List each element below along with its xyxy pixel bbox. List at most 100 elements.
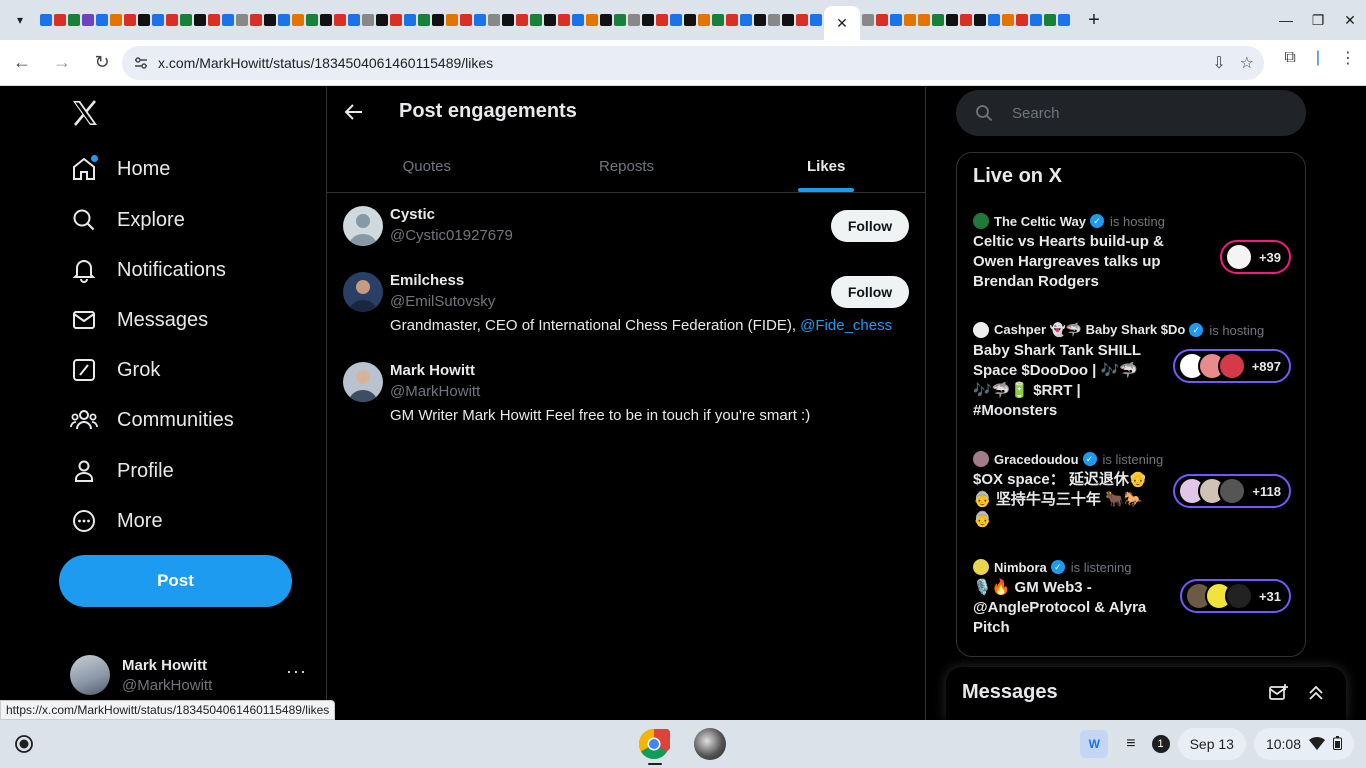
tab-favicon[interactable] (82, 14, 94, 26)
live-space[interactable]: Gracedoudou ✓ is listening $OX space： 延迟… (973, 451, 1293, 543)
forward-button[interactable]: → (44, 45, 80, 81)
chrome-app-icon[interactable] (638, 728, 673, 760)
tab-favicon[interactable] (1058, 14, 1070, 26)
tab-favicon[interactable] (684, 14, 696, 26)
tab-favicon[interactable] (698, 14, 710, 26)
tab-reposts[interactable]: Reposts (527, 140, 727, 192)
tab-favicon[interactable] (404, 14, 416, 26)
tab-favicon[interactable] (250, 14, 262, 26)
nav-communities[interactable]: Communities (70, 400, 234, 440)
tab-favicon[interactable] (320, 14, 332, 26)
user-cell[interactable]: Cystic @Cystic01927679 Follow (327, 206, 926, 252)
nav-home[interactable]: Home (70, 149, 170, 189)
x-logo-icon[interactable] (69, 97, 101, 129)
user-name[interactable]: Emilchess (390, 272, 464, 289)
nav-explore[interactable]: Explore (70, 200, 185, 240)
search-input[interactable] (1012, 104, 1272, 122)
app-icon[interactable] (694, 728, 726, 760)
user-name[interactable]: Cystic (390, 206, 435, 223)
back-arrow-icon[interactable] (341, 99, 367, 125)
tab-favicon[interactable] (152, 14, 164, 26)
messages-drawer[interactable]: Messages (946, 667, 1346, 720)
tab-favicon[interactable] (876, 14, 888, 26)
tab-favicon[interactable] (348, 14, 360, 26)
live-space[interactable]: The Celtic Way ✓ is hosting Celtic vs He… (973, 213, 1293, 303)
extensions-icon[interactable]: ⧉ (1284, 49, 1295, 67)
launcher-icon[interactable] (12, 732, 36, 756)
tab-search-dropdown[interactable]: ▾ (0, 0, 40, 40)
docs-app-icon[interactable]: W (1080, 730, 1109, 758)
nav-more[interactable]: More (70, 501, 163, 541)
search-box[interactable] (956, 90, 1306, 136)
host-name[interactable]: The Celtic Way (994, 214, 1086, 229)
close-tab-icon[interactable]: ✕ (836, 15, 848, 32)
tab-favicon[interactable] (932, 14, 944, 26)
nav-messages[interactable]: Messages (70, 300, 208, 340)
post-button[interactable]: Post (59, 555, 292, 607)
tab-favicon[interactable] (558, 14, 570, 26)
host-name[interactable]: Nimbora (994, 560, 1047, 575)
install-app-icon[interactable]: ⇩ (1212, 53, 1225, 73)
tab-favicon[interactable] (460, 14, 472, 26)
tab-favicon[interactable] (918, 14, 930, 26)
user-name[interactable]: Mark Howitt (390, 362, 475, 379)
tab-favicon[interactable] (1044, 14, 1056, 26)
user-cell[interactable]: Emilchess @EmilSutovsky Follow Grandmast… (327, 272, 926, 338)
tab-favicon[interactable] (960, 14, 972, 26)
tab-favicon[interactable] (54, 14, 66, 26)
nav-grok[interactable]: Grok (70, 350, 160, 390)
tab-favicon[interactable] (306, 14, 318, 26)
system-tray[interactable]: 10:08 (1253, 728, 1354, 760)
tab-favicon[interactable] (754, 14, 766, 26)
tab-favicon[interactable] (1030, 14, 1042, 26)
tab-favicon[interactable] (712, 14, 724, 26)
tab-favicon[interactable] (988, 14, 1000, 26)
tab-favicon[interactable] (222, 14, 234, 26)
tab-favicon[interactable] (740, 14, 752, 26)
user-avatar[interactable] (343, 206, 383, 246)
live-space[interactable]: Cashper 👻🦈 Baby Shark $Do ✓ is hosting B… (973, 322, 1293, 432)
tab-favicon[interactable] (628, 14, 640, 26)
tab-likes[interactable]: Likes (726, 140, 926, 192)
tab-favicon[interactable] (390, 14, 402, 26)
bookmark-star-icon[interactable]: ☆ (1240, 53, 1254, 73)
host-name[interactable]: Cashper 👻🦈 Baby Shark $Do (994, 322, 1185, 338)
tab-favicon[interactable] (446, 14, 458, 26)
tab-favicon[interactable] (110, 14, 122, 26)
tab-favicon[interactable] (586, 14, 598, 26)
tab-favicon[interactable] (264, 14, 276, 26)
tab-favicon[interactable] (418, 14, 430, 26)
close-window-icon[interactable]: ✕ (1334, 12, 1366, 29)
tab-favicon[interactable] (656, 14, 668, 26)
tab-favicon[interactable] (726, 14, 738, 26)
tab-favicon[interactable] (974, 14, 986, 26)
user-avatar[interactable] (343, 362, 383, 402)
bio-mention-link[interactable]: @Fide_chess (800, 317, 892, 334)
tab-favicon[interactable] (138, 14, 150, 26)
nav-profile[interactable]: Profile (70, 451, 174, 491)
tab-favicon[interactable] (810, 14, 822, 26)
tab-favicon[interactable] (432, 14, 444, 26)
tab-favicon[interactable] (194, 14, 206, 26)
tab-favicon[interactable] (474, 14, 486, 26)
maximize-icon[interactable]: ❐ (1302, 12, 1334, 29)
tab-favicon[interactable] (292, 14, 304, 26)
tab-favicon[interactable] (544, 14, 556, 26)
account-switcher[interactable]: Mark Howitt @MarkHowitt ··· (70, 655, 320, 695)
tab-favicon[interactable] (614, 14, 626, 26)
date-pill[interactable]: Sep 13 (1177, 728, 1246, 760)
tab-favicon[interactable] (768, 14, 780, 26)
tab-favicon[interactable] (502, 14, 514, 26)
tab-favicon[interactable] (180, 14, 192, 26)
media-controls-icon[interactable]: ≡ (1126, 735, 1135, 753)
tab-favicon[interactable] (782, 14, 794, 26)
tab-favicon[interactable] (362, 14, 374, 26)
user-avatar[interactable] (343, 272, 383, 312)
live-space[interactable]: Nimbora ✓ is listening 🎙️🔥 GM Web3 - @An… (973, 559, 1293, 651)
new-message-icon[interactable] (1268, 683, 1288, 708)
tab-favicon[interactable] (530, 14, 542, 26)
minimize-icon[interactable]: — (1270, 12, 1302, 28)
notification-count-badge[interactable]: 1 (1151, 735, 1170, 753)
address-bar[interactable]: x.com/MarkHowitt/status/1834504061460115… (122, 46, 1264, 80)
tab-favicon[interactable] (862, 14, 874, 26)
